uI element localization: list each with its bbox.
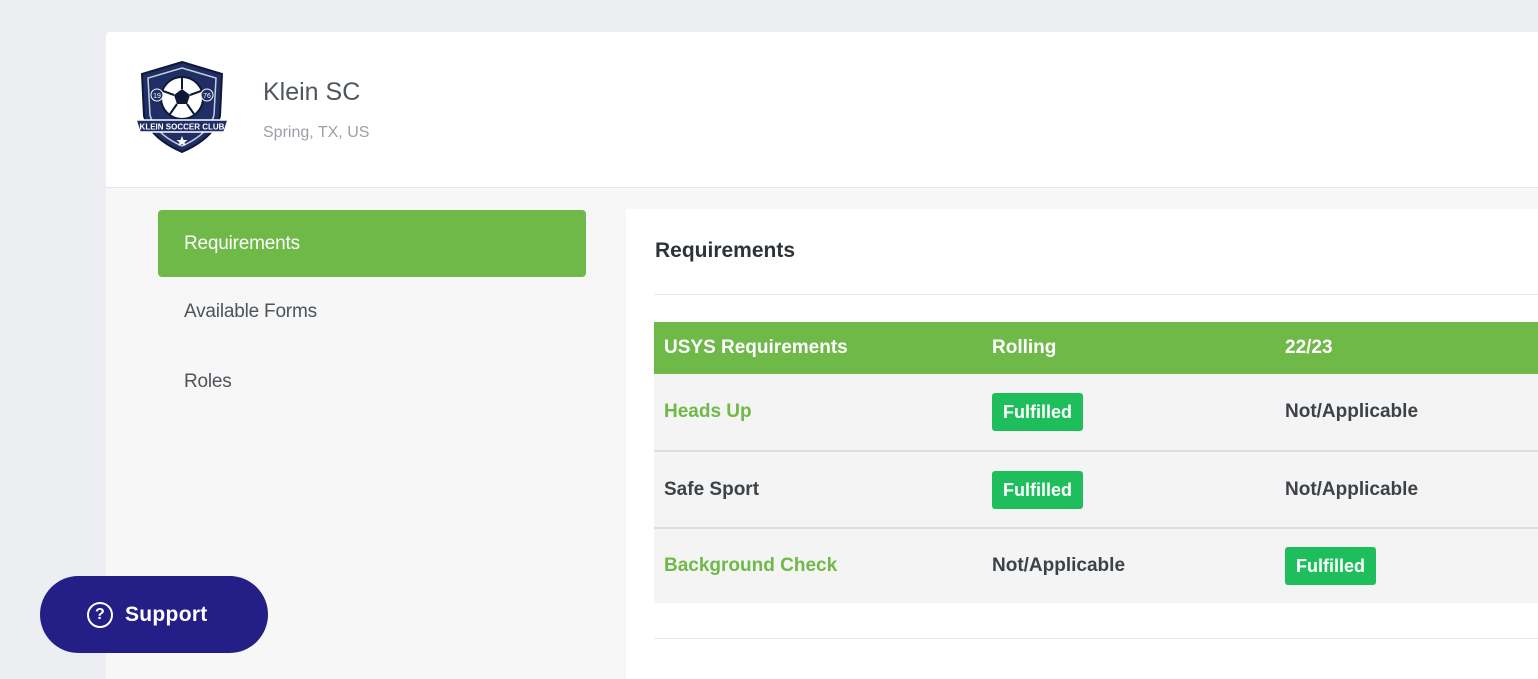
requirement-name-safe-sport: Safe Sport [664,478,760,500]
bottom-divider [654,638,1538,639]
requirement-link-background-check[interactable]: Background Check [664,555,837,576]
table-header-row: USYS Requirements Rolling 22/23 [654,322,1538,374]
logo-banner-text: KLEIN SOCCER CLUB [140,123,225,132]
status-badge: Fulfilled [1285,547,1376,585]
sidebar-item-available-forms[interactable]: Available Forms [158,277,586,347]
season-status-cell: Fulfilled [1275,528,1538,603]
rolling-status-cell: Not/Applicable [982,528,1275,603]
page-title: Requirements [655,239,796,262]
sidebar-item-roles[interactable]: Roles [158,347,586,417]
requirement-name-cell: Background Check [654,528,982,603]
help-circle-icon: ? [87,601,113,628]
header-rolling: Rolling [982,322,1275,374]
logo-year-left: 19 [153,93,161,100]
table-row: Safe Sport Fulfilled Not/Applicable [654,451,1538,529]
rolling-status-cell: Fulfilled [982,374,1275,452]
requirement-link-heads-up[interactable]: Heads Up [664,401,752,422]
support-button[interactable]: ? Support [40,576,268,653]
support-label: Support [125,602,208,626]
sidebar-item-requirements[interactable]: Requirements [158,210,586,277]
header-season: 22/23 [1275,322,1538,374]
rolling-status-cell: Fulfilled [982,451,1275,529]
table-row: Heads Up Fulfilled Not/Applicable [654,374,1538,452]
club-header: 19 76 KLEIN SOCCER CLUB Klein SC Spring,… [106,32,1538,188]
season-status-cell: Not/Applicable [1275,451,1538,529]
club-name: Klein SC [263,78,361,106]
header-usys-requirements: USYS Requirements [654,322,982,374]
season-status-cell: Not/Applicable [1275,374,1538,452]
logo-year-right: 76 [203,93,211,100]
status-badge: Fulfilled [992,393,1083,431]
requirements-table: USYS Requirements Rolling 22/23 Heads Up… [654,322,1538,603]
sidebar-nav: Requirements Available Forms Roles [158,210,586,417]
club-location: Spring, TX, US [263,124,370,141]
requirement-name-cell: Safe Sport [654,451,982,529]
club-logo-icon: 19 76 KLEIN SOCCER CLUB [134,60,230,154]
club-card: 19 76 KLEIN SOCCER CLUB Klein SC Spring,… [106,32,1538,679]
requirement-name-cell: Heads Up [654,374,982,452]
title-divider [654,294,1538,295]
requirements-panel: Requirements USYS Requirements Rolling 2… [626,209,1538,679]
table-row: Background Check Not/Applicable Fulfille… [654,528,1538,603]
status-badge: Fulfilled [992,470,1083,509]
